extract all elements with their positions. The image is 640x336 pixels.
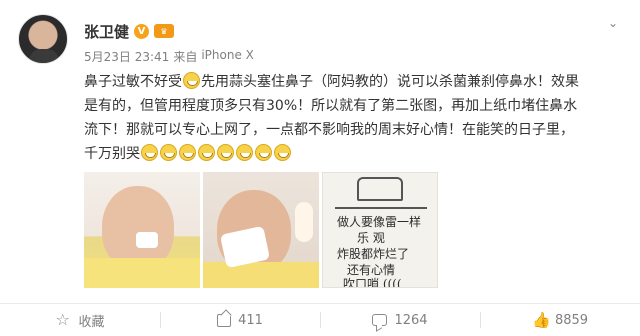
avatar[interactable]: [18, 14, 68, 64]
star-icon: ☆: [55, 310, 70, 329]
source-prefix: 来自: [173, 50, 198, 64]
post-text: 鼻子过敏不好受 先用蒜头塞住鼻子（阿妈教的）说可以杀菌兼刹停鼻水！效果 是有的，但…: [84, 70, 620, 166]
post-source: iPhone X: [201, 48, 254, 62]
action-bar: ☆ 收藏 411 1264 👍 8859: [0, 304, 640, 336]
share-button[interactable]: 411: [160, 304, 320, 336]
photo-grid: 做人要像雷一样 乐 观 炸股都炸烂了 还有心情 吹口哨 ((((: [84, 172, 438, 288]
laugh-emoji-icon: [160, 144, 177, 161]
share-count: 411: [238, 312, 263, 328]
laugh-emoji-icon: [236, 144, 253, 161]
photo-2[interactable]: [203, 172, 319, 288]
chevron-down-icon: ⌄: [607, 16, 619, 30]
post-text-line4: 千万别哭: [84, 146, 140, 162]
laugh-emoji-icon: [255, 144, 272, 161]
weibo-post: 张卫健 V ♛ 5月23日 23:41 来自 iPhone X ⌄ 鼻子过敏不好…: [0, 0, 640, 336]
post-date[interactable]: 5月23日 23:41: [84, 48, 169, 65]
post-meta: 5月23日 23:41 来自 iPhone X: [84, 48, 254, 65]
laugh-emoji-icon: [183, 72, 200, 89]
handwriting-line: 乐 观: [357, 231, 385, 245]
post-text-line3: 流下！那就可以专心上网了，一点都不影响我的周末好心情！在能笑的日子里，: [84, 122, 574, 138]
comment-button[interactable]: 1264: [320, 304, 480, 336]
comment-count: 1264: [394, 312, 428, 328]
vip-crown-icon: ♛: [154, 24, 175, 38]
favorite-button[interactable]: ☆ 收藏: [0, 304, 160, 336]
author-name[interactable]: 张卫健: [84, 21, 129, 42]
author-row: 张卫健 V ♛: [84, 20, 175, 42]
laugh-emoji-icon: [141, 144, 158, 161]
photo-1[interactable]: [84, 172, 200, 288]
laugh-emoji-icon: [274, 144, 291, 161]
thumbs-up-icon: 👍: [531, 311, 551, 329]
handwriting-line: 吹口哨 ((((: [343, 277, 402, 288]
like-count: 8859: [554, 312, 589, 328]
more-options-button[interactable]: ⌄: [604, 16, 622, 30]
like-button[interactable]: 👍 8859: [480, 304, 640, 336]
favorite-label: 收藏: [78, 314, 105, 330]
post-text-line1-b: 先用蒜头塞住鼻子（阿妈教的）说可以杀菌兼刹停鼻水！效果: [201, 74, 579, 90]
laugh-emoji-icon: [179, 144, 196, 161]
handwriting-line: 做人要像雷一样: [337, 215, 422, 229]
post-text-line2: 是有的，但管用程度顶多只有30%！所以就有了第二张图，再加上纸巾堵住鼻水: [84, 98, 578, 114]
photo-3[interactable]: 做人要像雷一样 乐 观 炸股都炸烂了 还有心情 吹口哨 ((((: [322, 172, 438, 288]
verified-badge-icon: V: [134, 23, 150, 39]
laugh-emoji-icon: [217, 144, 234, 161]
share-icon: [217, 313, 232, 327]
comment-icon: [372, 314, 388, 326]
handwriting-line: 炸股都炸烂了: [337, 247, 410, 261]
laugh-emoji-icon: [198, 144, 215, 161]
post-text-line1-a: 鼻子过敏不好受: [84, 74, 182, 90]
